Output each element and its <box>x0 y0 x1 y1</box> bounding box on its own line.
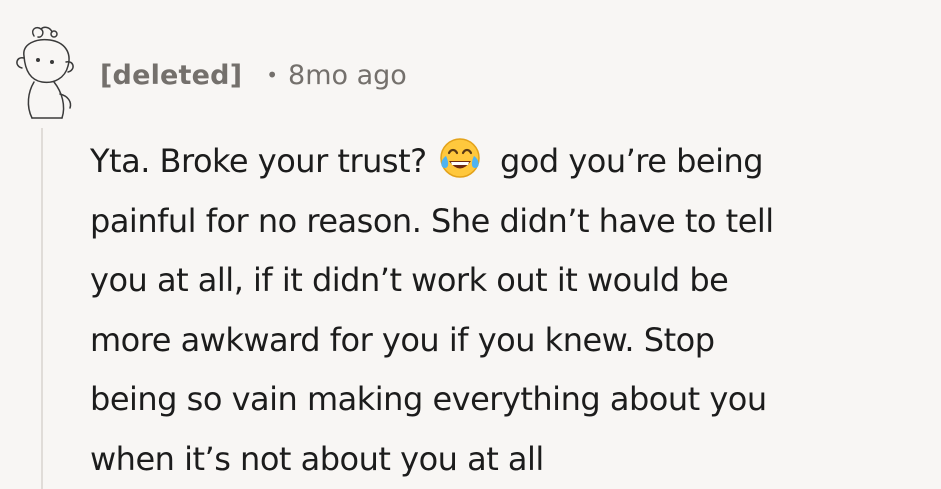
comment-line: more awkward for you if you knew. Stop <box>90 320 715 359</box>
deleted-user-avatar-icon[interactable] <box>10 22 82 122</box>
thread-line[interactable] <box>41 128 43 489</box>
comment-line: Yta. Broke your trust? god you’re being <box>90 132 930 192</box>
comment-text: Yta. Broke your trust? <box>90 142 437 180</box>
comment-line: when it’s not about you at all <box>90 439 544 478</box>
comment-meta: [deleted] • 8mo ago <box>100 55 407 95</box>
comment-line: painful for no reason. She didn’t have t… <box>90 201 774 240</box>
username[interactable]: [deleted] <box>100 60 242 91</box>
comment-body: Yta. Broke your trust? god you’re being … <box>90 132 930 489</box>
comment-line: you at all, if it didn’t work out it wou… <box>90 261 729 299</box>
timestamp[interactable]: 8mo ago <box>288 60 407 91</box>
comment-line: being so vain making everything about yo… <box>90 380 767 418</box>
face-with-tears-of-joy-icon <box>440 138 481 178</box>
meta-separator: • <box>266 63 279 87</box>
comment-text: god you’re being <box>490 142 764 180</box>
